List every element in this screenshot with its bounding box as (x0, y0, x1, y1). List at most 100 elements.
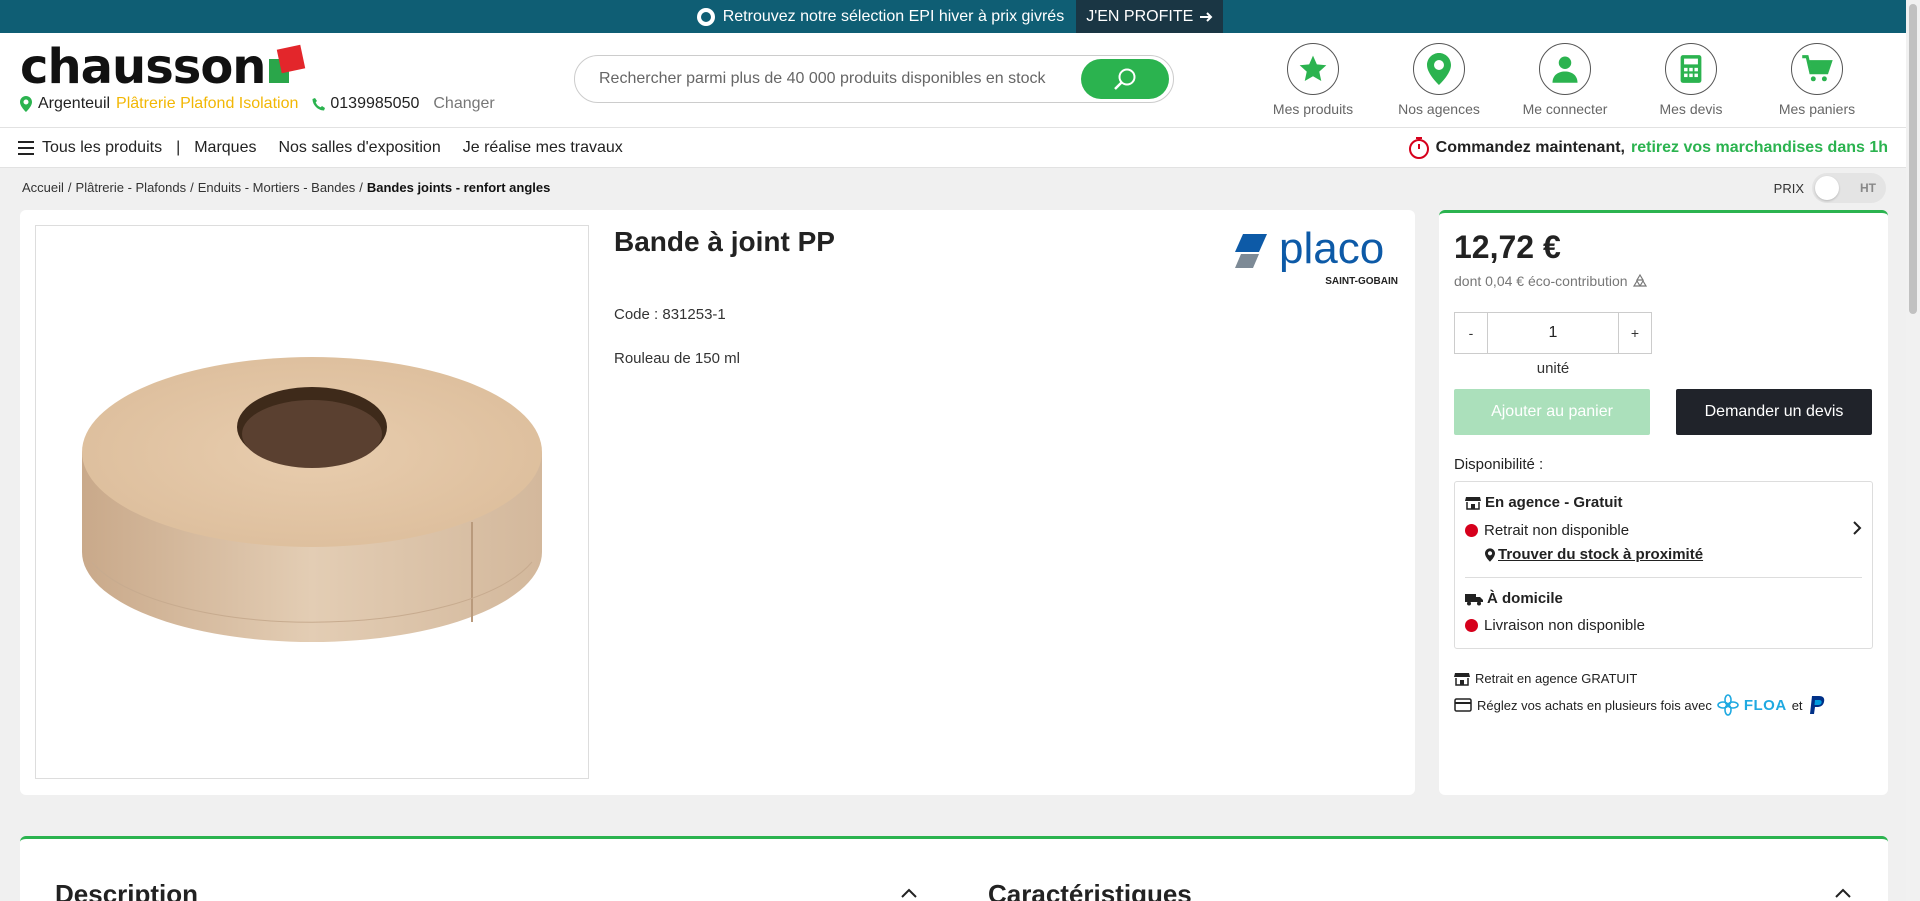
installments-text: Réglez vos achats en plusieurs fois avec (1477, 697, 1712, 713)
qty-unit: unité (1536, 360, 1570, 377)
all-products-label: Tous les produits (42, 138, 163, 156)
eco-contribution: dont 0,04 € éco-contribution (1454, 273, 1648, 289)
pickup-info: Retrait en agence GRATUIT (1454, 671, 1637, 686)
breadcrumb-separator: / (190, 180, 194, 195)
store-specialty: Plâtrerie Plafond Isolation (116, 95, 299, 112)
search-input[interactable] (599, 70, 1081, 88)
stopwatch-icon (1408, 136, 1429, 159)
floa-logo: FLOA (1743, 696, 1787, 714)
store-icon (1465, 496, 1481, 510)
store-icon (1454, 672, 1470, 686)
location-pin-icon (1427, 53, 1451, 85)
snowflake-icon (696, 7, 715, 26)
chevron-up-icon[interactable] (1834, 887, 1852, 899)
store-pickup-title: En agence - Gratuit (1465, 494, 1623, 511)
phone-icon (312, 98, 326, 111)
availability-box[interactable]: En agence - Gratuit Retrait non disponib… (1454, 481, 1873, 649)
menu-item-brands[interactable]: Marques (194, 139, 256, 157)
nav-label: Nos agences (1398, 101, 1480, 117)
home-delivery-title: À domicile (1465, 590, 1563, 607)
nav-quotes[interactable]: Mes devis (1628, 43, 1754, 117)
home-delivery-label: À domicile (1487, 590, 1563, 607)
product-code: Code : 831253-1 (614, 306, 726, 323)
characteristics-heading[interactable]: Caractéristiques (988, 879, 1192, 901)
arrow-right-icon (1200, 11, 1213, 22)
installments-info: Réglez vos achats en plusieurs fois avec… (1454, 694, 1826, 716)
account-nav: Mes produits Nos agences Me connecter Me… (1250, 43, 1880, 117)
quantity-stepper: - 1 + (1454, 312, 1652, 354)
store-phone[interactable]: 0139985050 (312, 95, 419, 113)
hamburger-icon (18, 140, 34, 155)
brand-logo-placo[interactable]: placo SAINT-GOBAIN (1233, 224, 1398, 290)
menu-item-projects[interactable]: Je réalise mes travaux (463, 139, 623, 157)
chevron-right-icon[interactable] (1852, 520, 1862, 536)
logo-text: chausson (20, 39, 266, 95)
all-products-menu[interactable]: Tous les produits (18, 139, 162, 157)
pickup-info-text: Retrait en agence GRATUIT (1475, 671, 1638, 686)
installments-and: et (1791, 697, 1803, 713)
brand-name: placo (1279, 224, 1385, 273)
price-mode-toggle[interactable]: HT (1812, 173, 1886, 203)
scrollbar-thumb[interactable] (1909, 4, 1917, 314)
breadcrumb-item[interactable]: Plâtrerie - Plafonds (76, 180, 187, 195)
nav-agencies[interactable]: Nos agences (1376, 43, 1502, 117)
store-phone-number: 0139985050 (330, 95, 420, 112)
menu-separator: | (176, 138, 181, 156)
user-icon (1552, 56, 1578, 83)
nav-carts[interactable]: Mes paniers (1754, 43, 1880, 117)
eco-text: dont 0,04 € éco-contribution (1454, 273, 1628, 289)
change-store-link[interactable]: Changer (433, 95, 494, 113)
find-stock-link[interactable]: Trouver du stock à proximité (1485, 546, 1703, 563)
price-mode-label: PRIX (1773, 180, 1804, 196)
product-price: 12,72 € (1454, 229, 1561, 265)
placo-logo-icon (1235, 234, 1267, 268)
home-delivery-status: Livraison non disponible (1465, 617, 1645, 634)
main-menu: Tous les produits | Marques Nos salles d… (0, 127, 1920, 168)
product-card: Bande à joint PP Code : 831253-1 Rouleau… (20, 210, 1415, 795)
menu-item-showrooms[interactable]: Nos salles d'exposition (278, 139, 440, 157)
order-now-text: Commandez maintenant, (1435, 138, 1625, 156)
store-pickup-status: Retrait non disponible (1465, 522, 1629, 539)
nav-login[interactable]: Me connecter (1502, 43, 1628, 117)
nav-label: Mes produits (1272, 101, 1354, 117)
add-to-cart-button[interactable]: Ajouter au panier (1454, 389, 1650, 435)
divider (1465, 577, 1862, 578)
calculator-icon (1680, 55, 1702, 83)
location-pin-icon (20, 96, 32, 112)
search-button[interactable] (1081, 59, 1169, 99)
promo-cta-label: J'EN PROFITE (1086, 7, 1194, 25)
qty-input[interactable]: 1 (1487, 313, 1619, 353)
location-pin-icon (1485, 547, 1495, 562)
nav-label: Mes devis (1659, 101, 1723, 117)
description-heading[interactable]: Description (55, 879, 198, 901)
recycle-icon (1632, 273, 1647, 287)
breadcrumb-item[interactable]: Enduits - Mortiers - Bandes (198, 180, 356, 195)
store-pickup-status-text: Retrait non disponible (1484, 522, 1630, 539)
breadcrumb-item[interactable]: Accueil (22, 180, 64, 195)
brand-sub: SAINT-GOBAIN (1325, 276, 1398, 287)
site-header: chausson Argenteuil Plâtrerie Plafond Is… (0, 33, 1920, 127)
page-scrollbar[interactable] (1906, 0, 1920, 901)
chausson-logo[interactable]: chausson (20, 39, 495, 95)
nav-label: Mes paniers (1778, 101, 1856, 117)
nav-my-products[interactable]: Mes produits (1250, 43, 1376, 117)
product-title: Bande à joint PP (614, 226, 835, 257)
promo-message[interactable]: Retrouvez notre sélection EPI hiver à pr… (696, 7, 1076, 26)
availability-label: Disponibilité : (1454, 456, 1544, 473)
search-icon (1114, 68, 1136, 90)
credit-card-icon (1454, 698, 1472, 712)
promo-cta-button[interactable]: J'EN PROFITE (1076, 0, 1224, 33)
chevron-up-icon[interactable] (900, 887, 918, 899)
product-image[interactable] (35, 225, 589, 779)
qty-decrease-button[interactable]: - (1455, 313, 1487, 353)
breadcrumb-separator: / (67, 180, 72, 195)
status-dot (1465, 619, 1478, 632)
request-quote-button[interactable]: Demander un devis (1676, 389, 1872, 435)
store-pickup-label: En agence - Gratuit (1485, 494, 1623, 511)
qty-increase-button[interactable]: + (1619, 313, 1651, 353)
status-dot (1465, 524, 1478, 537)
breadcrumb-current: Bandes joints - renfort angles (366, 180, 551, 195)
tape-roll-image (82, 357, 542, 642)
details-section: Description Caractéristiques (20, 836, 1888, 901)
search-bar (574, 55, 1174, 103)
